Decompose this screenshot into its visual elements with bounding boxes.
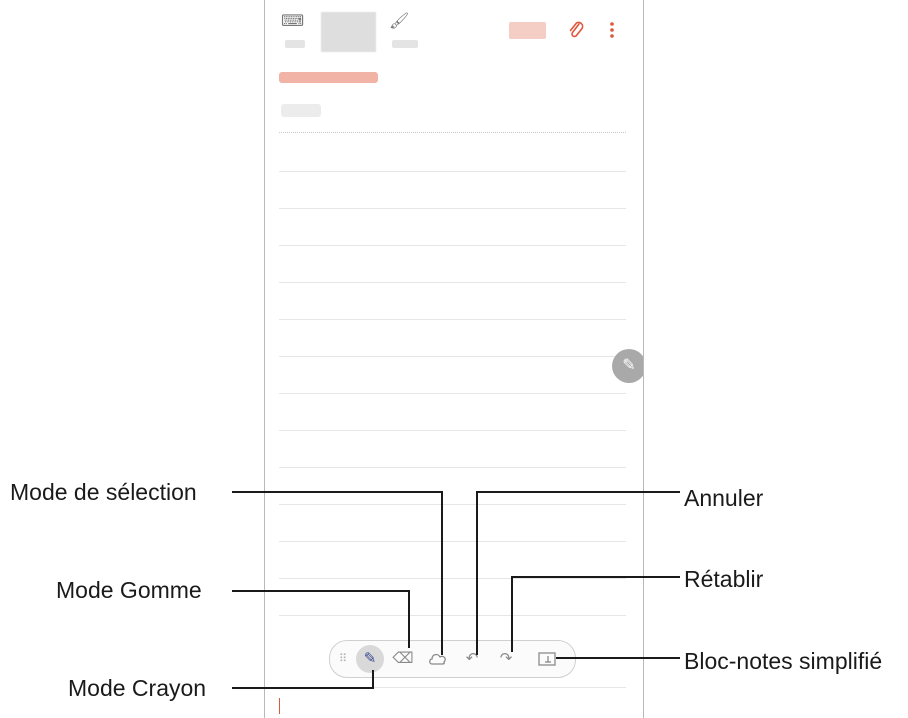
callout-redo: Rétablir xyxy=(684,566,764,592)
callout-easy-writing-pad: Bloc-notes simplifié xyxy=(684,648,883,674)
callout-leader-lines xyxy=(232,491,680,689)
callout-eraser-mode: Mode Gomme xyxy=(56,577,202,603)
callout-selection-mode: Mode de sélection xyxy=(10,479,197,505)
leader-pen xyxy=(232,670,374,689)
callout-pen-mode: Mode Crayon xyxy=(68,675,207,701)
leader-undo xyxy=(476,491,680,655)
leader-eraser xyxy=(232,590,410,648)
callout-undo: Annuler xyxy=(684,485,764,511)
leader-selection xyxy=(232,491,443,655)
leader-redo xyxy=(511,576,680,652)
